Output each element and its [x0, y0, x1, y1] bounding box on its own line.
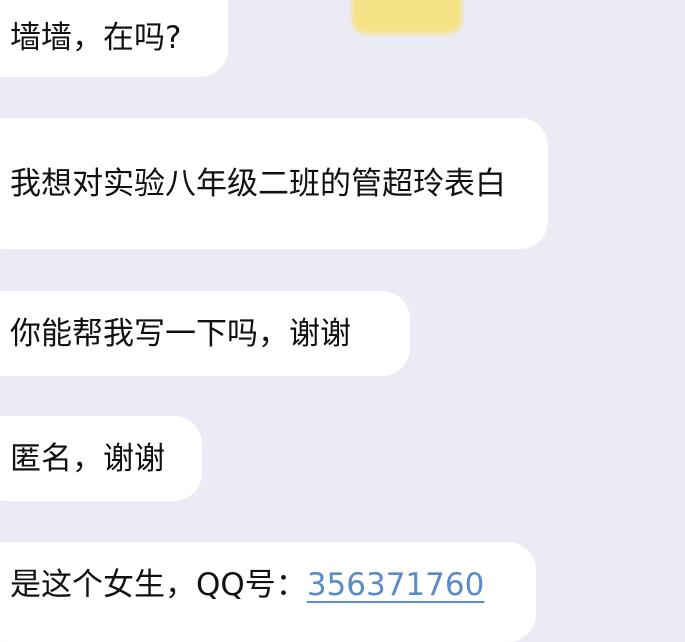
- message-text: 墙墙，在吗?: [10, 19, 182, 56]
- message-text: 是这个女生，QQ号：356371760: [10, 564, 484, 606]
- message-prefix: 是这个女生，QQ号：: [10, 567, 307, 603]
- message-bubble[interactable]: 你能帮我写一下吗，谢谢: [0, 291, 410, 376]
- message-bubble[interactable]: 匿名，谢谢: [0, 416, 202, 501]
- chat-area: 墙墙，在吗? 我想对实验八年级二班的管超玲表白 你能帮我写一下吗，谢谢 匿名，谢…: [0, 0, 685, 642]
- message-bubble[interactable]: 是这个女生，QQ号：356371760: [0, 542, 536, 642]
- message-text: 我想对实验八年级二班的管超玲表白: [10, 165, 506, 202]
- message-bubble[interactable]: 墙墙，在吗?: [0, 0, 228, 77]
- message-bubble[interactable]: 我想对实验八年级二班的管超玲表白: [0, 118, 548, 249]
- message-text: 匿名，谢谢: [10, 440, 165, 477]
- qq-number-link[interactable]: 356371760: [307, 567, 485, 603]
- avatar[interactable]: [352, 0, 462, 34]
- message-text: 你能帮我写一下吗，谢谢: [10, 315, 351, 352]
